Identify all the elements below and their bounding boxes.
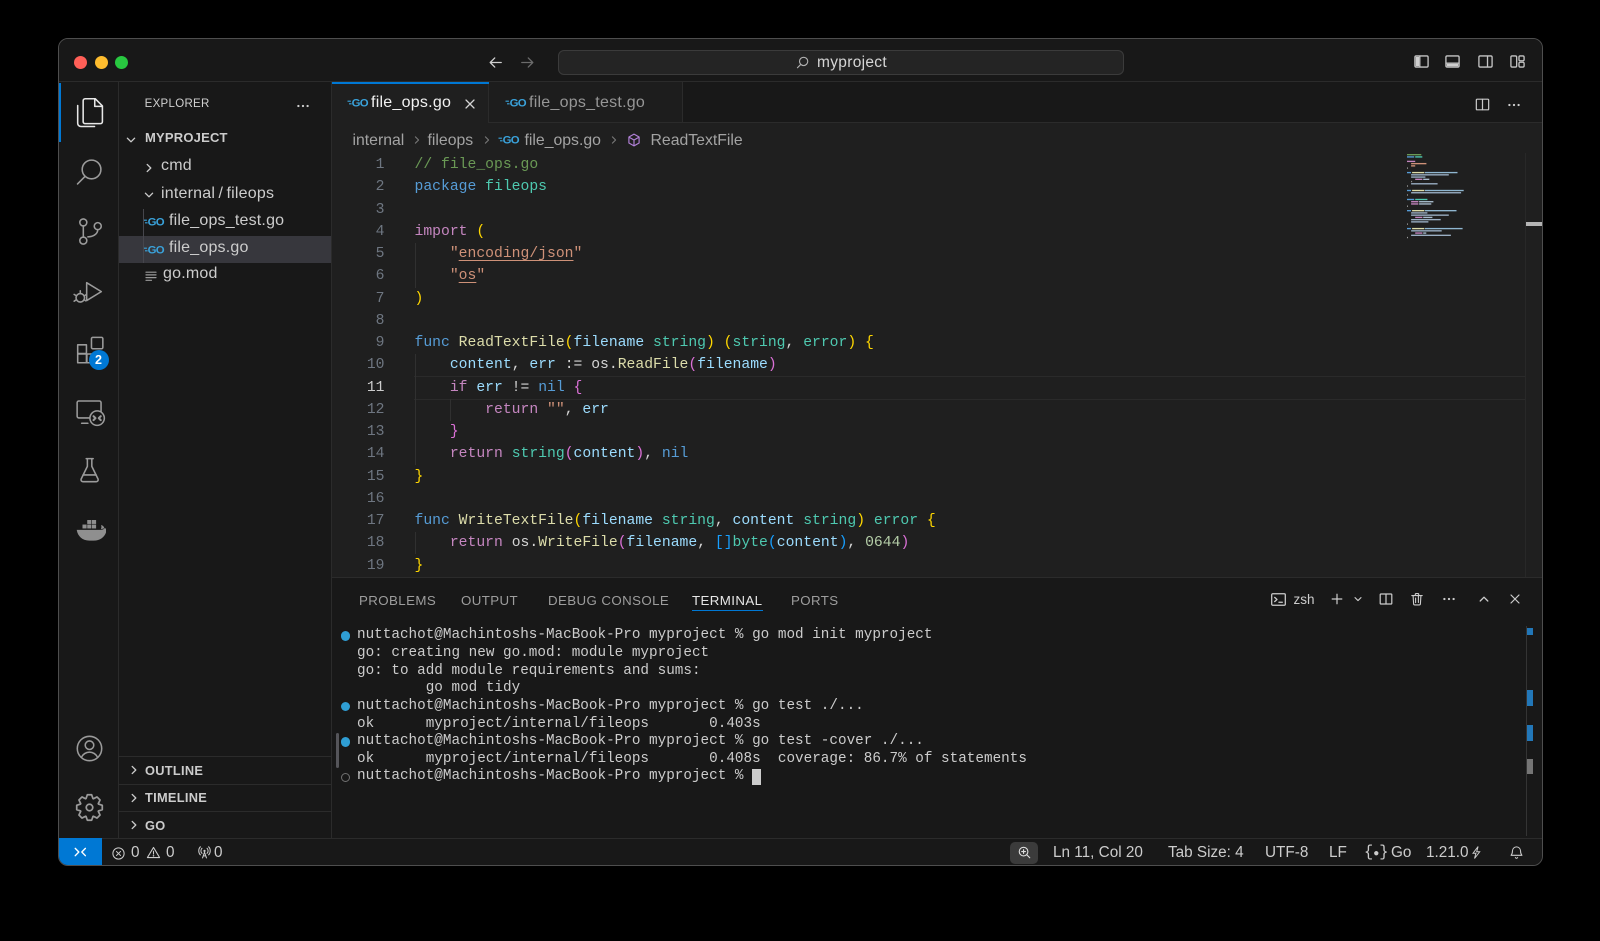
svg-text:GO: GO [148,244,165,255]
svg-text:GO: GO [503,135,520,146]
svg-text:GO: GO [510,98,527,109]
svg-text:GO: GO [352,98,369,109]
svg-text:GO: GO [148,217,165,228]
